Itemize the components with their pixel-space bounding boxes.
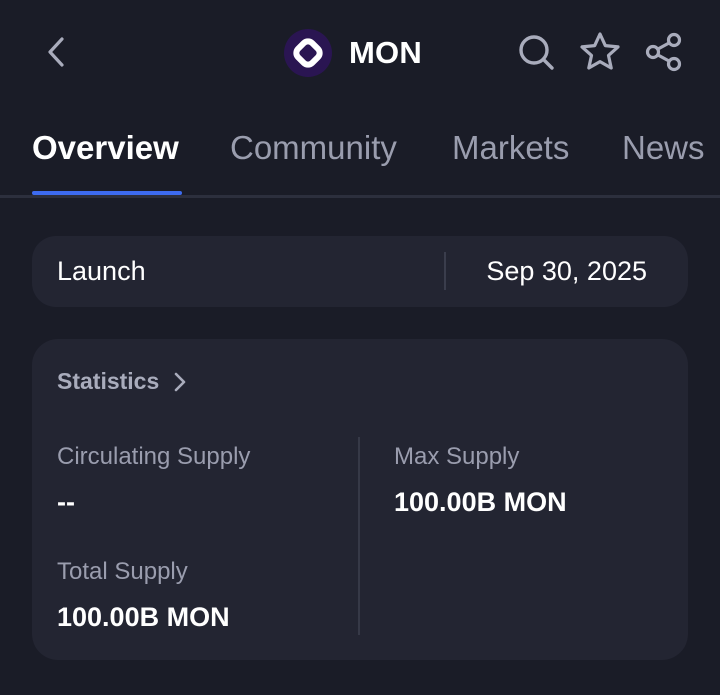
tab-community[interactable]: Community xyxy=(230,129,397,167)
launch-divider xyxy=(444,252,446,290)
circulating-supply-label: Circulating Supply xyxy=(57,443,251,470)
statistics-divider xyxy=(358,437,360,635)
max-supply-value: 100.00B MON xyxy=(394,487,567,517)
active-tab-indicator xyxy=(32,191,182,195)
total-supply-label: Total Supply xyxy=(57,558,188,585)
tab-markets[interactable]: Markets xyxy=(452,129,569,167)
back-button[interactable] xyxy=(36,32,76,72)
search-icon xyxy=(519,35,554,70)
favorite-button[interactable] xyxy=(578,30,622,74)
tab-news[interactable]: News xyxy=(622,129,705,167)
search-button[interactable] xyxy=(514,30,558,74)
coin-name: MON xyxy=(349,35,422,70)
launch-date: Sep 30, 2025 xyxy=(486,256,647,286)
header: MON xyxy=(0,0,720,105)
launch-label: Launch xyxy=(57,256,146,286)
statistics-title: Statistics xyxy=(57,368,160,394)
share-button[interactable] xyxy=(642,30,686,74)
tab-overview[interactable]: Overview xyxy=(32,129,179,167)
chevron-right-icon xyxy=(173,371,187,393)
star-icon xyxy=(580,32,620,70)
total-supply-value: 100.00B MON xyxy=(57,602,230,632)
back-chevron-icon xyxy=(48,37,64,67)
launch-card: Launch Sep 30, 2025 xyxy=(32,236,688,307)
mon-logo-icon xyxy=(284,29,332,77)
circulating-supply-value: -- xyxy=(57,487,75,517)
tab-bar: Overview Community Markets News xyxy=(0,105,720,198)
share-icon xyxy=(645,32,682,72)
coin-title: MON xyxy=(284,28,422,78)
statistics-link[interactable]: Statistics xyxy=(57,368,187,395)
statistics-card: Statistics Circulating Supply -- Total S… xyxy=(32,339,688,660)
max-supply-label: Max Supply xyxy=(394,443,520,470)
